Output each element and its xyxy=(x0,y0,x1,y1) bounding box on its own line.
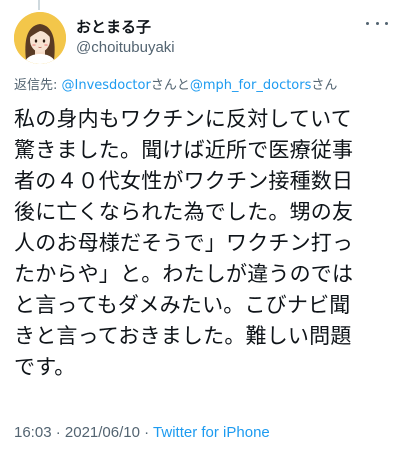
tweet-line: 驚きました。聞けば近所で医療従事 xyxy=(14,138,354,162)
tweet-meta: 16:03 · 2021/06/10 · Twitter for iPhone xyxy=(14,423,270,443)
more-options-icon[interactable] xyxy=(366,16,388,30)
more-dot-icon xyxy=(366,21,369,25)
more-dot-icon xyxy=(385,21,388,25)
mention-invesdoctor[interactable]: @Invesdoctor xyxy=(62,78,151,93)
tweet-line: 後に亡くなられた為でした。甥の友 xyxy=(14,200,354,224)
tweet-line: です。 xyxy=(14,355,76,379)
more-dot-icon xyxy=(375,21,379,25)
tweet-line: と言ってもダメみたい。こびナビ聞 xyxy=(14,293,351,317)
user-names: おとまる子 @choitubuyaki xyxy=(76,18,175,58)
mention-mph-for-doctors[interactable]: @mph_for_doctors xyxy=(190,78,312,93)
tweet-line: たからや」と。わたしが違うのでは xyxy=(14,262,354,286)
replying-to-prefix: 返信先: xyxy=(14,78,62,93)
tweet-date[interactable]: 2021/06/10 xyxy=(65,424,140,441)
tweet-line: 人のお母様だそうで」ワクチン打っ xyxy=(14,231,354,255)
tweet-header: おとまる子 @choitubuyaki xyxy=(14,12,394,68)
tweet-time[interactable]: 16:03 xyxy=(14,424,52,441)
avatar[interactable] xyxy=(14,12,66,64)
tweet-source-link[interactable]: Twitter for iPhone xyxy=(153,424,270,441)
tweet-line: きと言っておきました。難しい問題 xyxy=(14,324,352,348)
user-handle[interactable]: @choitubuyaki xyxy=(76,38,175,58)
meta-separator: · xyxy=(139,424,154,441)
meta-separator: · xyxy=(51,424,65,441)
replying-to: 返信先: @Invesdoctorさんと@mph_for_doctorsさん xyxy=(14,77,394,95)
tweet-line: 私の身内もワクチンに反対していて xyxy=(14,107,352,131)
tweet-line: 者の４０代女性がワクチン接種数日 xyxy=(14,169,354,193)
tweet-text: 私の身内もワクチンに反対していて 驚きました。聞けば近所で医療従事 者の４０代女… xyxy=(14,104,398,383)
display-name[interactable]: おとまる子 xyxy=(76,18,175,38)
replying-to-joiner: さんと xyxy=(150,78,190,93)
replying-to-suffix: さん xyxy=(311,78,338,93)
thread-connector-line xyxy=(38,0,40,10)
avatar-girl-illustration-icon xyxy=(14,12,66,64)
